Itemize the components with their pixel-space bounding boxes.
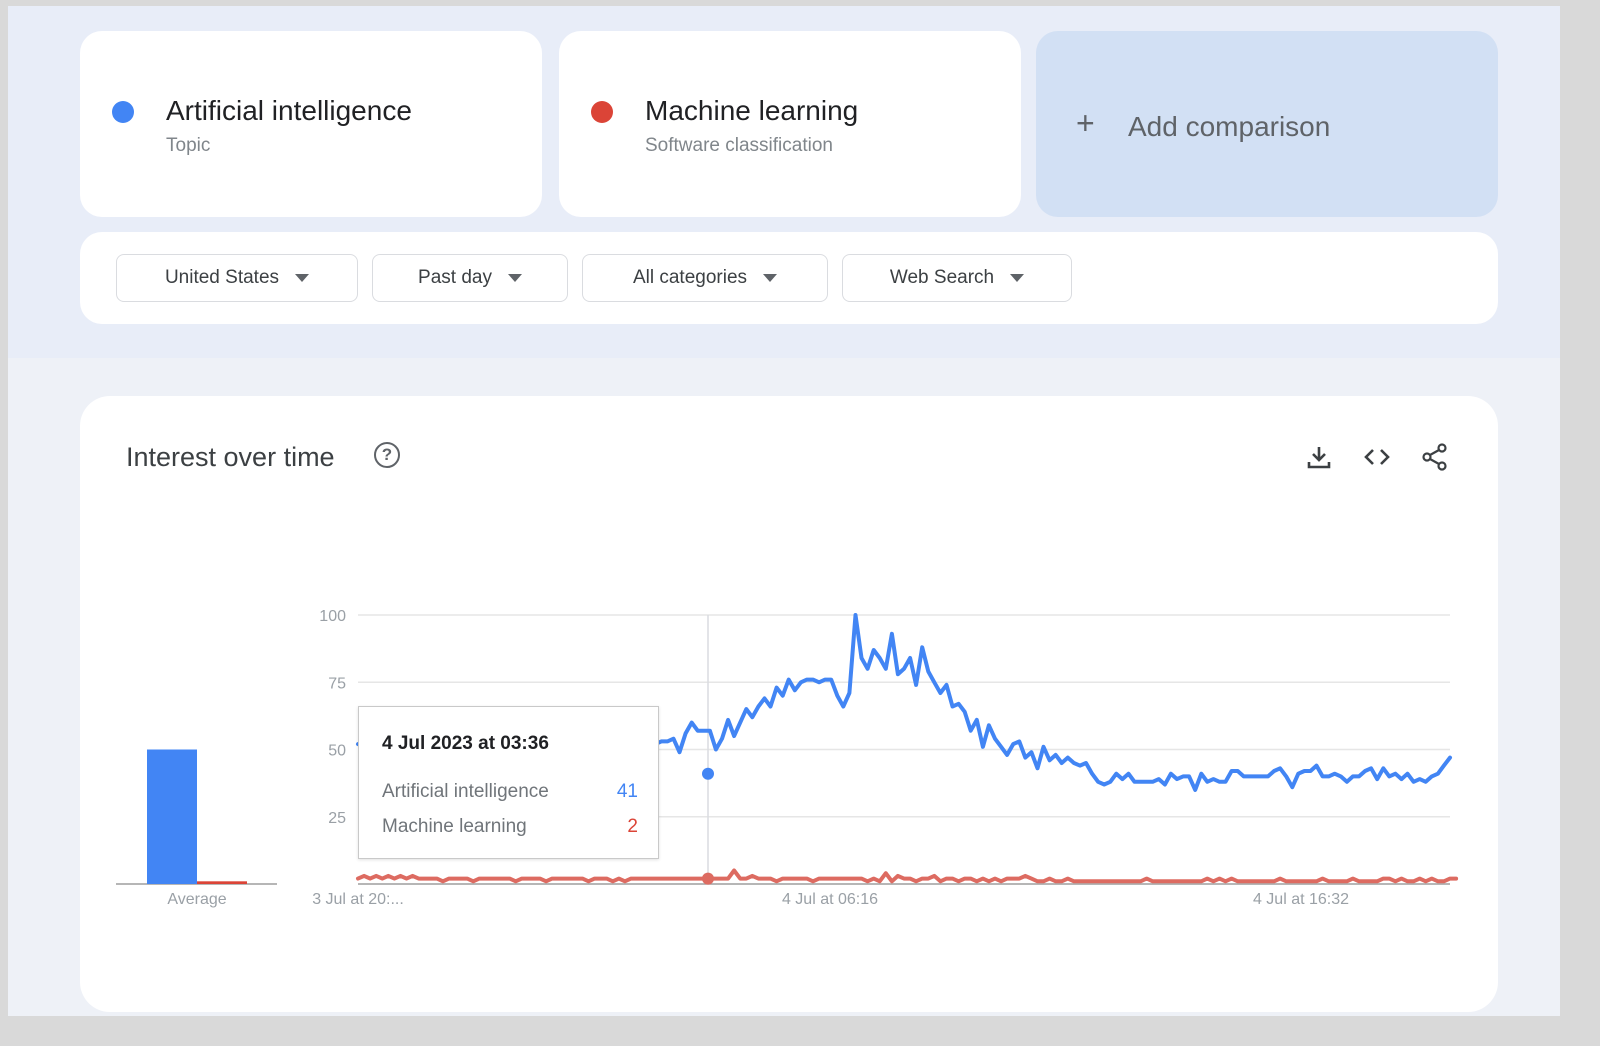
y-tick-label: 75 [328, 675, 346, 692]
average-bar [197, 881, 247, 884]
tooltip-date: 4 Jul 2023 at 03:36 [382, 733, 549, 754]
chart-tooltip: 4 Jul 2023 at 03:36 Artificial intellige… [358, 706, 659, 859]
hover-marker [702, 872, 714, 885]
y-tick-label: 100 [319, 608, 346, 625]
average-label: Average [167, 891, 226, 908]
x-tick-label: 3 Jul at 20:... [312, 891, 404, 908]
line-chart: 25 50 75 100 Average 3 Jul at 20:... 4 Jul a… [116, 608, 1459, 908]
y-tick-label: 50 [328, 743, 346, 760]
tooltip-series-value: 2 [627, 816, 638, 837]
tooltip-row-ml: Machine learning 2 [382, 816, 638, 838]
average-bar [147, 749, 197, 884]
y-tick-label: 25 [328, 810, 346, 827]
tooltip-row-ai: Artificial intelligence 41 [382, 781, 638, 803]
tooltip-series-label: Artificial intelligence [382, 781, 549, 802]
tooltip-series-value: 41 [616, 781, 638, 802]
series-line-machine-learning [356, 868, 1459, 884]
tooltip-series-label: Machine learning [382, 816, 527, 837]
x-tick-label: 4 Jul at 16:32 [1253, 891, 1349, 908]
hover-marker [702, 767, 714, 780]
x-tick-label: 4 Jul at 06:16 [782, 891, 878, 908]
